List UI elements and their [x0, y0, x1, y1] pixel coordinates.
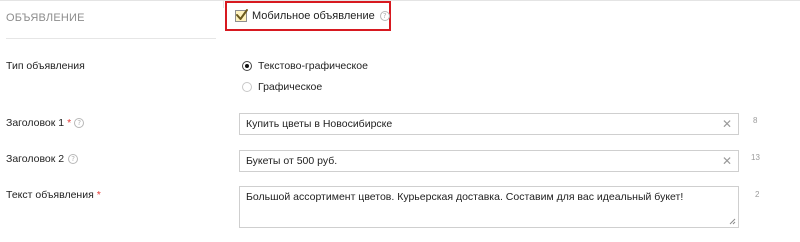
ad-text-value[interactable]: Большой ассортимент цветов. Курьерская д…	[246, 191, 683, 203]
headline2-value[interactable]: Букеты от 500 руб.	[246, 155, 722, 167]
top-divider	[0, 0, 800, 1]
radio-label[interactable]: Текстово-графическое	[258, 60, 368, 72]
headline1-label: Заголовок 1	[6, 117, 65, 129]
required-mark: *	[96, 189, 101, 201]
close-icon[interactable]: ✕	[722, 118, 732, 130]
section-underline	[6, 38, 216, 39]
radio-button-graphic[interactable]	[242, 82, 252, 92]
ad-text-textarea[interactable]: Большой ассортимент цветов. Курьерская д…	[239, 186, 739, 228]
mobile-ad-label[interactable]: Мобильное объявление	[252, 10, 375, 22]
checkmark-icon	[236, 9, 248, 20]
radio-label[interactable]: Графическое	[258, 81, 322, 93]
radio-option-graphic[interactable]: Графическое	[242, 81, 322, 93]
headline1-value[interactable]: Купить цветы в Новосибирске	[246, 118, 722, 130]
column-divider	[223, 0, 224, 8]
ad-text-label-row: Текст объявления *	[6, 189, 101, 201]
radio-option-text-graphic[interactable]: Текстово-графическое	[242, 60, 368, 72]
headline2-counter: 13	[751, 153, 760, 162]
help-circle-icon[interactable]: ?	[74, 118, 85, 128]
resize-grip-icon[interactable]	[729, 218, 736, 225]
close-icon[interactable]: ✕	[722, 155, 732, 167]
headline2-label-row: Заголовок 2 ?	[6, 153, 79, 165]
headline1-input[interactable]: Купить цветы в Новосибирске ✕	[239, 113, 739, 135]
ad-type-label: Тип объявления	[6, 60, 85, 72]
required-mark: *	[67, 117, 72, 129]
headline2-input[interactable]: Букеты от 500 руб. ✕	[239, 150, 739, 172]
mobile-ad-checkbox[interactable]	[235, 9, 248, 22]
ad-text-label: Текст объявления	[6, 189, 94, 201]
mobile-ad-option[interactable]: Мобильное объявление ?	[235, 9, 390, 22]
headline1-counter: 8	[753, 116, 758, 125]
ad-text-counter: 2	[755, 190, 760, 199]
radio-button-text-graphic[interactable]	[242, 61, 252, 71]
headline1-label-row: Заголовок 1 * ?	[6, 117, 85, 129]
help-circle-icon[interactable]: ?	[68, 154, 79, 164]
help-circle-icon[interactable]: ?	[379, 11, 390, 21]
headline2-label: Заголовок 2	[6, 153, 65, 165]
section-title: ОБЪЯВЛЕНИЕ	[6, 12, 85, 24]
